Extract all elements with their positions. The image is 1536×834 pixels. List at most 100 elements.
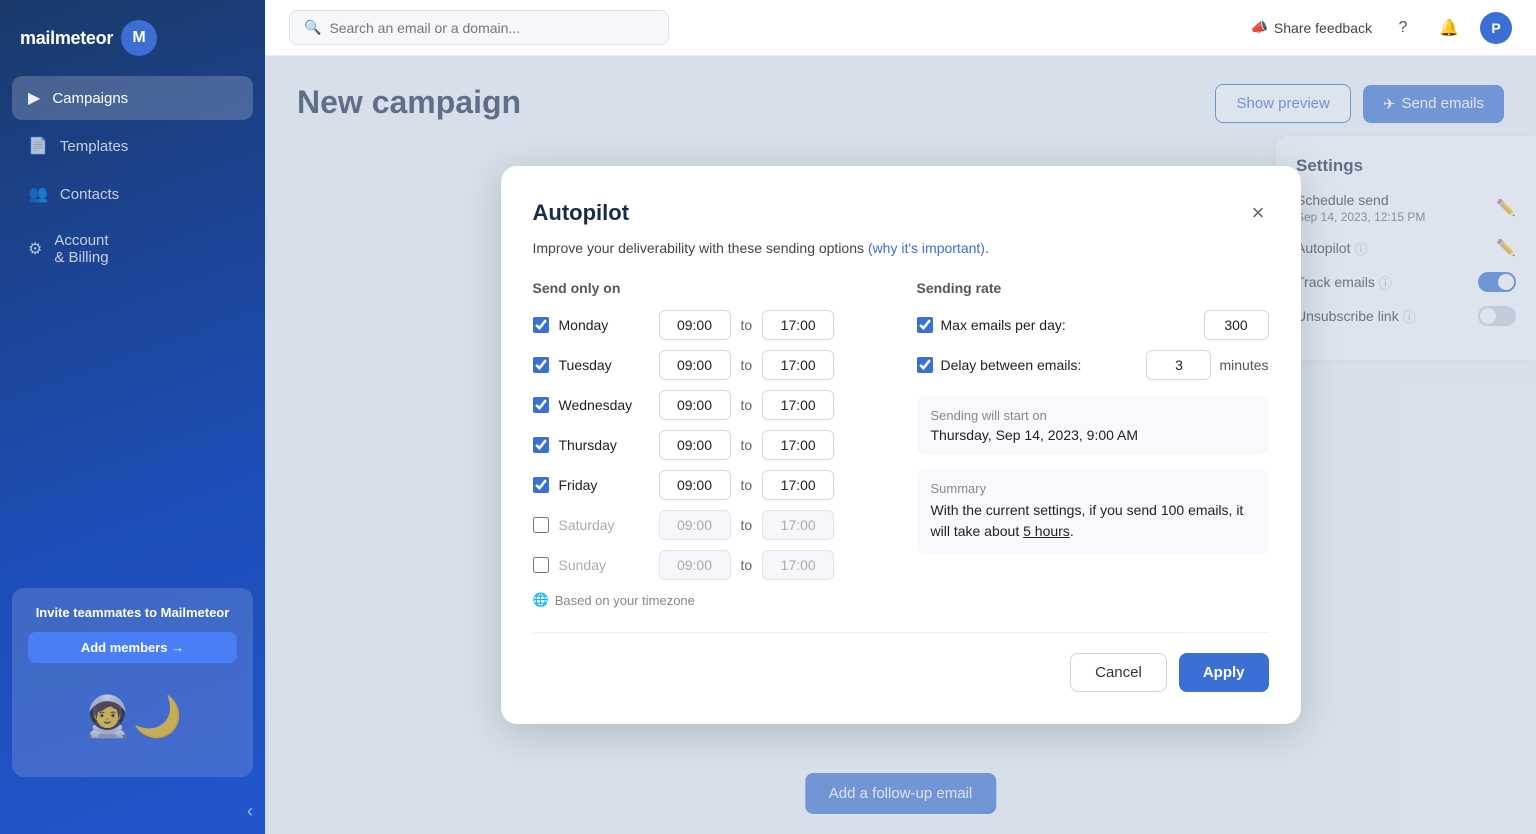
sidebar-nav: ▶ Campaigns 📄 Templates 👥 Contacts ⚙ Acc… bbox=[0, 66, 265, 576]
max-emails-checkbox[interactable] bbox=[917, 317, 933, 333]
sunday-from-input[interactable] bbox=[659, 550, 731, 580]
search-icon: 🔍 bbox=[304, 19, 321, 36]
sidebar-item-account-billing[interactable]: ⚙ Account& Billing bbox=[12, 220, 253, 278]
sidebar-item-label-campaigns: Campaigns bbox=[52, 90, 128, 107]
sunday-label: Sunday bbox=[559, 557, 649, 573]
day-row-sunday: Sunday to bbox=[533, 550, 885, 580]
thursday-label: Thursday bbox=[559, 437, 649, 453]
help-icon[interactable]: ? bbox=[1388, 13, 1418, 43]
day-row-saturday: Saturday to bbox=[533, 510, 885, 540]
add-members-button[interactable]: Add members → bbox=[28, 632, 237, 663]
monday-from-input[interactable]: 09:00 bbox=[659, 310, 731, 340]
notifications-icon[interactable]: 🔔 bbox=[1434, 13, 1464, 43]
sunday-checkbox[interactable] bbox=[533, 557, 549, 573]
apply-button[interactable]: Apply bbox=[1179, 653, 1269, 692]
modal-subtitle-text: Improve your deliverability with these s… bbox=[533, 240, 868, 256]
max-emails-input[interactable]: 300 bbox=[1204, 310, 1269, 340]
saturday-to-input[interactable] bbox=[762, 510, 834, 540]
modal-subtitle: Improve your deliverability with these s… bbox=[533, 240, 1269, 256]
tuesday-to-input[interactable] bbox=[762, 350, 834, 380]
sidebar-collapse-button[interactable]: ‹ bbox=[0, 789, 265, 834]
sidebar-item-label-contacts: Contacts bbox=[60, 186, 119, 203]
invite-title: Invite teammates to Mailmeteor bbox=[28, 604, 237, 622]
monday-to-label: to bbox=[741, 317, 753, 333]
share-feedback-button[interactable]: 📣 Share feedback bbox=[1250, 19, 1372, 36]
day-row-wednesday: Wednesday to bbox=[533, 390, 885, 420]
sidebar-logo: mailmeteor M bbox=[0, 0, 265, 66]
user-avatar[interactable]: P bbox=[1480, 12, 1512, 44]
summary-text: With the current settings, if you send 1… bbox=[931, 500, 1255, 542]
summary-title: Summary bbox=[931, 481, 1255, 496]
sunday-to-input[interactable] bbox=[762, 550, 834, 580]
tuesday-to-label: to bbox=[741, 357, 753, 373]
wednesday-to-label: to bbox=[741, 397, 753, 413]
tuesday-checkbox[interactable] bbox=[533, 357, 549, 373]
app-name: mailmeteor bbox=[20, 28, 113, 49]
sidebar-item-contacts[interactable]: 👥 Contacts bbox=[12, 172, 253, 216]
summary-body-text: With the current settings, if you send 1… bbox=[931, 502, 1244, 539]
account-icon: ⚙ bbox=[28, 239, 42, 259]
monday-to-input[interactable]: 17:00 bbox=[762, 310, 834, 340]
wednesday-to-input[interactable] bbox=[762, 390, 834, 420]
sidebar-item-label-templates: Templates bbox=[60, 138, 128, 155]
monday-label: Monday bbox=[559, 317, 649, 333]
topbar: 🔍 📣 Share feedback ? 🔔 P bbox=[265, 0, 1536, 56]
timezone-note-text: Based on your timezone bbox=[555, 593, 695, 608]
send-only-header: Send only on bbox=[533, 280, 885, 296]
day-row-thursday: Thursday to bbox=[533, 430, 885, 460]
campaigns-icon: ▶ bbox=[28, 88, 40, 108]
templates-icon: 📄 bbox=[28, 136, 48, 156]
wednesday-from-input[interactable] bbox=[659, 390, 731, 420]
tuesday-from-input[interactable] bbox=[659, 350, 731, 380]
timezone-note: 🌐 Based on your timezone bbox=[533, 592, 885, 608]
globe-icon: 🌐 bbox=[533, 592, 549, 608]
minutes-label: minutes bbox=[1219, 357, 1268, 373]
sunday-to-label: to bbox=[741, 557, 753, 573]
thursday-to-input[interactable] bbox=[762, 430, 834, 460]
wednesday-checkbox[interactable] bbox=[533, 397, 549, 413]
megaphone-icon: 📣 bbox=[1250, 19, 1267, 36]
delay-checkbox[interactable] bbox=[917, 357, 933, 373]
autopilot-modal: Autopilot × Improve your deliverability … bbox=[501, 166, 1301, 724]
search-input[interactable] bbox=[329, 20, 654, 36]
friday-checkbox[interactable] bbox=[533, 477, 549, 493]
wednesday-label: Wednesday bbox=[559, 397, 649, 413]
main-content: 🔍 📣 Share feedback ? 🔔 P New campaign Sh… bbox=[265, 0, 1536, 834]
saturday-checkbox[interactable] bbox=[533, 517, 549, 533]
summary-highlight: 5 hours bbox=[1023, 523, 1070, 539]
cancel-button[interactable]: Cancel bbox=[1070, 653, 1167, 692]
modal-title: Autopilot bbox=[533, 200, 630, 226]
sidebar: mailmeteor M ▶ Campaigns 📄 Templates 👥 C… bbox=[0, 0, 265, 834]
search-box[interactable]: 🔍 bbox=[289, 10, 669, 45]
modal-subtitle-link[interactable]: (why it's important) bbox=[868, 240, 985, 256]
friday-to-input[interactable] bbox=[762, 470, 834, 500]
saturday-label: Saturday bbox=[559, 517, 649, 533]
sending-start-section: Sending will start on Thursday, Sep 14, … bbox=[917, 396, 1269, 455]
saturday-to-label: to bbox=[741, 517, 753, 533]
right-col: Sending rate Max emails per day: 300 Del… bbox=[917, 280, 1269, 608]
thursday-from-input[interactable] bbox=[659, 430, 731, 460]
friday-to-label: to bbox=[741, 477, 753, 493]
saturday-from-input[interactable] bbox=[659, 510, 731, 540]
monday-checkbox[interactable] bbox=[533, 317, 549, 333]
thursday-to-label: to bbox=[741, 437, 753, 453]
modal-body: Send only on Monday 09:00 to 17:00 Tuesd… bbox=[533, 280, 1269, 608]
sending-start-value: Thursday, Sep 14, 2023, 9:00 AM bbox=[931, 427, 1255, 443]
collapse-icon: ‹ bbox=[247, 801, 253, 821]
summary-end: . bbox=[1070, 523, 1074, 539]
app-logo-icon: M bbox=[121, 20, 157, 56]
delay-label: Delay between emails: bbox=[941, 357, 1139, 373]
delay-row: Delay between emails: 3 minutes bbox=[917, 350, 1269, 380]
invite-box: Invite teammates to Mailmeteor Add membe… bbox=[12, 588, 253, 777]
contacts-icon: 👥 bbox=[28, 184, 48, 204]
max-emails-row: Max emails per day: 300 bbox=[917, 310, 1269, 340]
sidebar-item-campaigns[interactable]: ▶ Campaigns bbox=[12, 76, 253, 120]
delay-input[interactable]: 3 bbox=[1146, 350, 1211, 380]
sending-rate-header: Sending rate bbox=[917, 280, 1269, 296]
thursday-checkbox[interactable] bbox=[533, 437, 549, 453]
share-feedback-label: Share feedback bbox=[1274, 20, 1372, 36]
friday-from-input[interactable] bbox=[659, 470, 731, 500]
sidebar-item-templates[interactable]: 📄 Templates bbox=[12, 124, 253, 168]
page-content: New campaign Show preview ✈ Send emails … bbox=[265, 56, 1536, 834]
modal-close-button[interactable]: × bbox=[1248, 198, 1269, 228]
